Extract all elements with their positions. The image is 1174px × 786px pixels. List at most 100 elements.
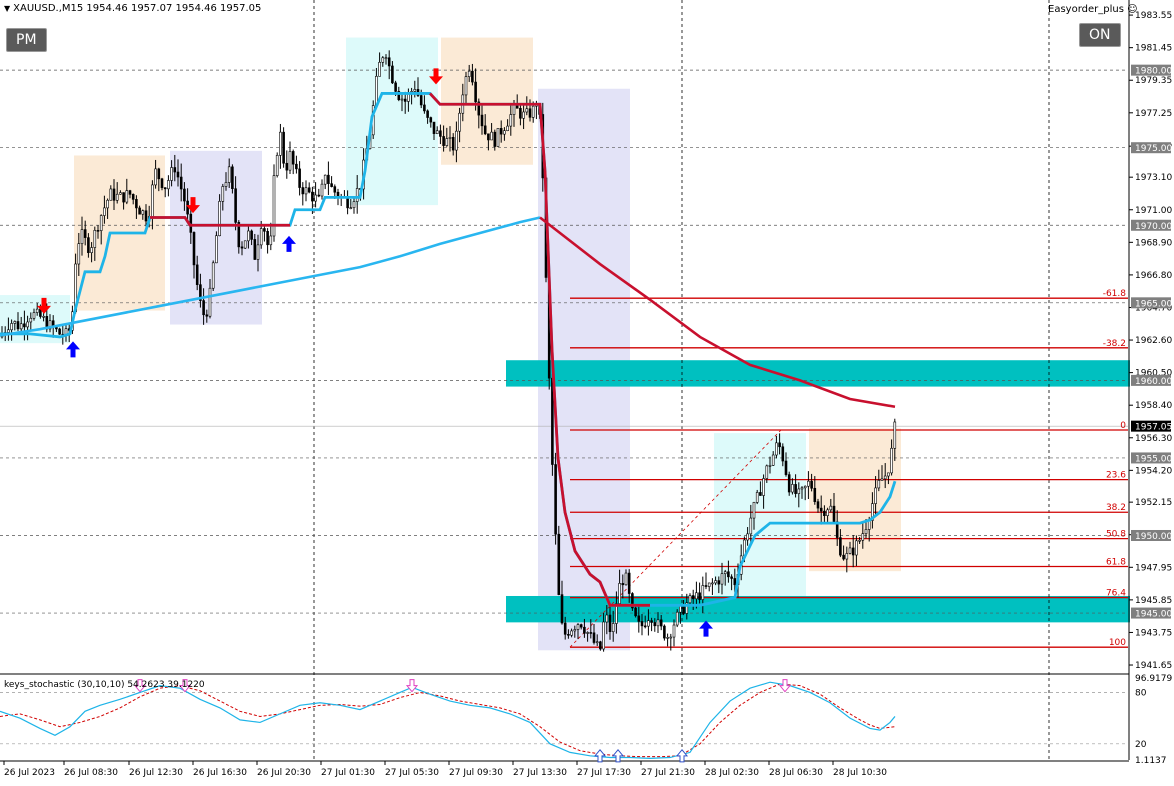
candle-body — [579, 624, 583, 628]
candle-body — [749, 517, 753, 535]
candle-body — [160, 178, 164, 188]
candle-body — [96, 230, 100, 232]
candle-body — [285, 162, 289, 171]
price-level-tag-label: 1945.00 — [1135, 610, 1172, 620]
price-tick-label: 1956.30 — [1135, 434, 1172, 444]
candle-body — [263, 228, 266, 232]
candle-body — [688, 595, 692, 604]
candle-body — [666, 637, 669, 639]
candle-body — [480, 114, 484, 127]
candle-body — [704, 585, 708, 587]
candle-body — [842, 554, 845, 560]
candle-body — [378, 61, 381, 77]
candle-body — [327, 174, 330, 184]
candle-body — [519, 108, 522, 119]
candle-body — [317, 194, 321, 197]
candle-body — [80, 229, 84, 244]
stoch-axis-label: 80 — [1135, 688, 1147, 698]
candle-body — [733, 578, 737, 586]
candle-body — [442, 136, 445, 146]
candle-body — [16, 321, 20, 330]
candle-body — [586, 632, 589, 634]
candle-body — [10, 323, 13, 331]
candle-body — [83, 229, 87, 238]
candle-body — [621, 583, 625, 586]
candle-body — [576, 624, 580, 630]
zone-rect — [506, 595, 1130, 623]
candle-body — [301, 187, 305, 195]
price-tick-label: 1983.55 — [1135, 11, 1172, 21]
price-tick-label: 1966.80 — [1135, 271, 1172, 281]
price-tick-label: 1941.65 — [1135, 661, 1172, 671]
candle-body — [269, 235, 273, 246]
candle-body — [208, 287, 212, 317]
stoch-axis-label: 1.1137 — [1135, 756, 1167, 766]
candle-body — [490, 131, 493, 141]
candle-body — [23, 323, 26, 328]
time-tick-label: 28 Jul 06:30 — [769, 768, 823, 778]
candle-body — [723, 571, 727, 574]
pm-button[interactable]: PM — [6, 28, 47, 52]
candle-body — [7, 329, 10, 333]
candle-body — [266, 231, 269, 246]
candle-body — [848, 547, 852, 554]
candle-body — [320, 183, 324, 197]
price-level-tag-label: 1950.00 — [1135, 532, 1172, 542]
candle-body — [675, 611, 679, 626]
candle-body — [464, 76, 468, 96]
candle-body — [653, 622, 657, 627]
candle-body — [435, 130, 439, 134]
candle-body — [531, 105, 535, 118]
price-tick-label: 1971.00 — [1135, 206, 1172, 216]
candle-body — [695, 592, 698, 600]
fib-level-label: 100 — [1109, 638, 1126, 648]
time-tick-label: 27 Jul 01:30 — [321, 768, 375, 778]
candle-body — [864, 529, 868, 534]
expert-advisor-label: Easyorder_plus ☺ — [1048, 4, 1138, 15]
candle-body — [112, 188, 116, 201]
price-level-tag-label: 1970.00 — [1135, 222, 1172, 232]
candle-body — [125, 190, 129, 203]
price-tick-label: 1968.90 — [1135, 238, 1172, 248]
time-tick-label: 27 Jul 05:30 — [385, 768, 439, 778]
candle-body — [352, 201, 356, 208]
candle-body — [253, 239, 257, 260]
candle-body — [701, 585, 705, 600]
dropdown-triangle-icon[interactable]: ▼ — [4, 4, 10, 13]
price-tick-label: 1979.35 — [1135, 76, 1172, 86]
candle-body — [727, 571, 730, 578]
candle-body — [144, 210, 148, 222]
candle-body — [759, 492, 762, 496]
on-button[interactable]: ON — [1079, 23, 1121, 47]
candle-body — [432, 121, 436, 134]
candle-body — [781, 446, 785, 462]
candle-body — [647, 620, 650, 627]
candle-body — [26, 321, 29, 328]
candle-body — [243, 240, 247, 249]
candle-body — [503, 130, 506, 135]
candle-body — [874, 487, 877, 504]
candle-body — [813, 487, 817, 502]
candle-body — [99, 215, 103, 231]
smiley-icon[interactable]: ☺ — [1124, 4, 1137, 15]
candle-body — [138, 207, 141, 215]
price-level-tag-label: 1975.00 — [1135, 144, 1172, 154]
stoch-axis-label: 96.9179 — [1135, 674, 1172, 684]
candle-body — [279, 131, 282, 156]
candle-body — [429, 117, 433, 123]
candle-body — [832, 505, 836, 523]
value-box — [441, 37, 533, 165]
time-tick-label: 27 Jul 17:30 — [577, 768, 631, 778]
candle-body — [771, 454, 775, 466]
candle-body — [557, 533, 561, 595]
candle-body — [784, 460, 788, 475]
candle-body — [509, 114, 513, 127]
candle-body — [288, 151, 292, 171]
candle-body — [560, 594, 564, 624]
candle-body — [659, 619, 663, 627]
candle-body — [656, 619, 660, 627]
candle-body — [58, 328, 61, 335]
price-tick-label: 1943.75 — [1135, 628, 1172, 638]
trading-chart[interactable]: -61.8 -38.2 0 23.6 38.2 50.8 61.8 76.4 100 1983.… — [0, 0, 1174, 782]
price-axis[interactable]: 1983.551981.451979.351977.251975.101973.… — [1129, 11, 1172, 671]
